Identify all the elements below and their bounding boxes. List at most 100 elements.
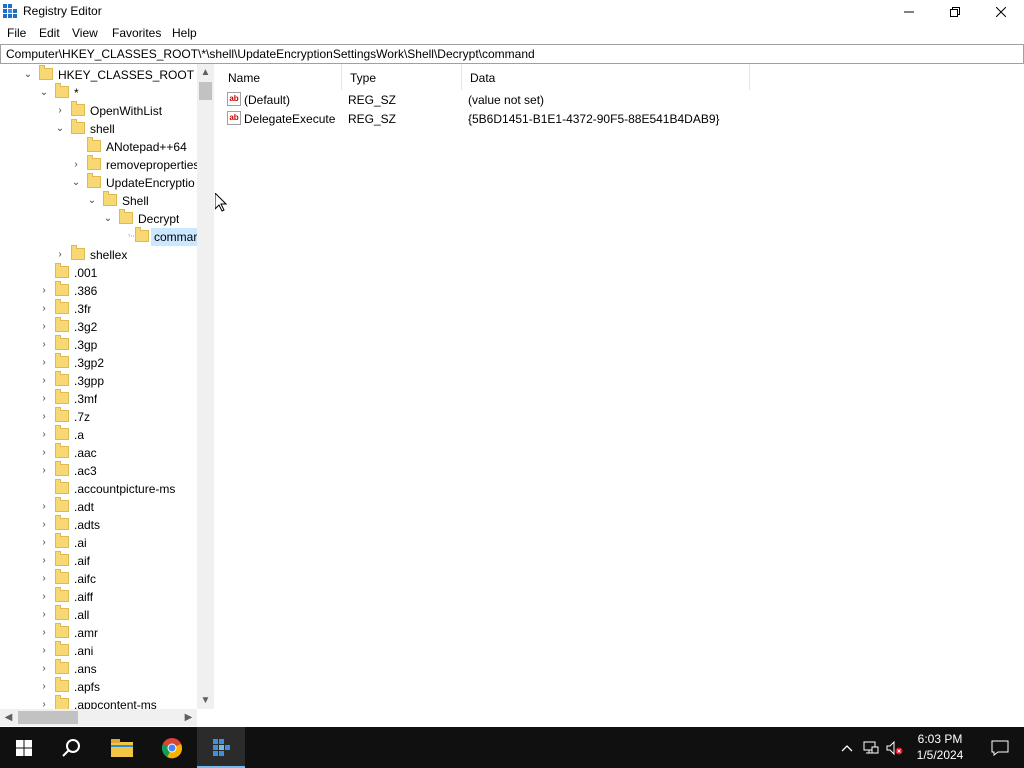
tree-node[interactable]: ⌄ UpdateEncryptio: [0, 173, 197, 192]
minimize-button[interactable]: [886, 0, 932, 23]
chevron-down-icon[interactable]: ⌄: [71, 177, 81, 188]
chevron-down-icon[interactable]: ⌄: [55, 123, 65, 134]
file-explorer-button[interactable]: [98, 727, 146, 768]
column-divider[interactable]: [749, 64, 750, 90]
network-button[interactable]: [860, 727, 882, 768]
menu-favorites[interactable]: Favorites: [112, 26, 161, 40]
key-tree[interactable]: ⌄ HKEY_CLASSES_ROOT ⌄ * › OpenWithList ⌄…: [0, 64, 216, 727]
tree-node[interactable]: › .apfs: [0, 677, 197, 696]
chevron-right-icon[interactable]: ›: [39, 465, 49, 476]
tree-node[interactable]: › .3g2: [0, 317, 197, 336]
chevron-right-icon[interactable]: ›: [39, 681, 49, 692]
column-header-type[interactable]: Type: [342, 64, 462, 90]
chevron-right-icon[interactable]: ›: [39, 339, 49, 350]
chevron-right-icon[interactable]: ›: [39, 285, 49, 296]
chevron-right-icon[interactable]: ›: [39, 357, 49, 368]
tree-node[interactable]: › .aiff: [0, 587, 197, 606]
chevron-right-icon[interactable]: ›: [55, 249, 65, 260]
tree-node[interactable]: › shellex: [0, 245, 197, 264]
tree-node[interactable]: › .aifc: [0, 569, 197, 588]
chevron-right-icon[interactable]: ›: [39, 501, 49, 512]
tree-node[interactable]: ⌄ Shell: [0, 191, 197, 210]
menu-file[interactable]: File: [7, 26, 26, 40]
chevron-down-icon[interactable]: ⌄: [103, 213, 113, 224]
values-list[interactable]: Name Type Data ab (Default) REG_SZ (valu…: [220, 64, 1024, 727]
regedit-taskbar-button[interactable]: [197, 727, 245, 768]
scroll-up-icon[interactable]: ▲: [197, 64, 214, 81]
column-header-name[interactable]: Name: [220, 64, 342, 90]
tree-node[interactable]: ANotepad++64: [0, 137, 197, 156]
chevron-right-icon[interactable]: ›: [39, 627, 49, 638]
tree-node[interactable]: › .3fr: [0, 299, 197, 318]
chevron-right-icon[interactable]: ›: [39, 645, 49, 656]
tree-node[interactable]: .accountpicture-ms: [0, 479, 197, 498]
chevron-right-icon[interactable]: ›: [71, 159, 81, 170]
tree-node[interactable]: ⌄ *: [0, 83, 197, 102]
tree-horizontal-scrollbar[interactable]: ◀ ▶: [0, 709, 197, 726]
address-bar[interactable]: Computer\HKEY_CLASSES_ROOT\*\shell\Updat…: [0, 44, 1024, 64]
close-button[interactable]: [978, 0, 1024, 23]
tree-node[interactable]: › .386: [0, 281, 197, 300]
show-hidden-icons-button[interactable]: [836, 727, 858, 768]
tree-node[interactable]: › .7z: [0, 407, 197, 426]
scroll-down-icon[interactable]: ▼: [197, 692, 214, 709]
chevron-right-icon[interactable]: ›: [39, 429, 49, 440]
tree-node[interactable]: › removeproperties: [0, 155, 197, 174]
tree-node[interactable]: › .a: [0, 425, 197, 444]
tree-node[interactable]: › .aac: [0, 443, 197, 462]
scroll-thumb[interactable]: [199, 82, 212, 100]
chevron-down-icon[interactable]: ⌄: [39, 87, 49, 98]
search-button[interactable]: [48, 727, 96, 768]
tree-node[interactable]: ⌄ Decrypt: [0, 209, 197, 228]
chevron-right-icon[interactable]: ›: [39, 537, 49, 548]
tree-node[interactable]: › .ans: [0, 659, 197, 678]
chevron-right-icon[interactable]: ›: [39, 303, 49, 314]
chevron-down-icon[interactable]: ⌄: [87, 195, 97, 206]
value-row[interactable]: ab (Default) REG_SZ (value not set): [224, 91, 744, 109]
tree-node[interactable]: › .aif: [0, 551, 197, 570]
chevron-right-icon[interactable]: ›: [39, 393, 49, 404]
tree-node[interactable]: › .ani: [0, 641, 197, 660]
tree-node[interactable]: › .adts: [0, 515, 197, 534]
action-center-button[interactable]: [976, 727, 1024, 768]
tree-node[interactable]: › .3gp2: [0, 353, 197, 372]
chevron-right-icon[interactable]: ›: [39, 663, 49, 674]
column-header-data[interactable]: Data: [462, 64, 750, 90]
chevron-right-icon[interactable]: ›: [39, 699, 49, 710]
tree-node[interactable]: › .3gp: [0, 335, 197, 354]
chevron-right-icon[interactable]: ›: [39, 609, 49, 620]
tree-node[interactable]: › .ai: [0, 533, 197, 552]
start-button[interactable]: [0, 727, 48, 768]
tree-node[interactable]: › .3mf: [0, 389, 197, 408]
tree-node[interactable]: › .ac3: [0, 461, 197, 480]
tree-node[interactable]: › .all: [0, 605, 197, 624]
chrome-button[interactable]: [148, 727, 196, 768]
tree-node[interactable]: › OpenWithList: [0, 101, 197, 120]
chevron-right-icon[interactable]: ›: [39, 519, 49, 530]
chevron-right-icon[interactable]: ›: [39, 447, 49, 458]
clock[interactable]: 6:03 PM 1/5/2024: [908, 731, 972, 763]
chevron-right-icon[interactable]: ›: [39, 375, 49, 386]
tree-node[interactable]: › .adt: [0, 497, 197, 516]
chevron-right-icon[interactable]: ›: [39, 555, 49, 566]
scroll-thumb[interactable]: [18, 711, 78, 724]
value-row[interactable]: ab DelegateExecute REG_SZ {5B6D1451-B1E1…: [224, 110, 744, 128]
chevron-down-icon[interactable]: ⌄: [23, 69, 33, 80]
chevron-right-icon[interactable]: ›: [39, 573, 49, 584]
tree-node[interactable]: › .amr: [0, 623, 197, 642]
chevron-right-icon[interactable]: ›: [39, 321, 49, 332]
restore-button[interactable]: [932, 0, 978, 23]
menu-edit[interactable]: Edit: [39, 26, 60, 40]
tree-node[interactable]: ⌄ shell: [0, 119, 197, 138]
tree-node[interactable]: › .3gpp: [0, 371, 197, 390]
tree-node-selected[interactable]: commar: [0, 227, 200, 246]
chevron-right-icon[interactable]: ›: [55, 105, 65, 116]
tree-node[interactable]: .001: [0, 263, 197, 282]
volume-button[interactable]: [884, 727, 906, 768]
chevron-right-icon[interactable]: ›: [39, 591, 49, 602]
scroll-left-icon[interactable]: ◀: [0, 709, 17, 726]
menu-help[interactable]: Help: [172, 26, 197, 40]
chevron-right-icon[interactable]: ›: [39, 411, 49, 422]
scroll-right-icon[interactable]: ▶: [180, 709, 197, 726]
tree-node[interactable]: ⌄ HKEY_CLASSES_ROOT: [0, 65, 197, 84]
